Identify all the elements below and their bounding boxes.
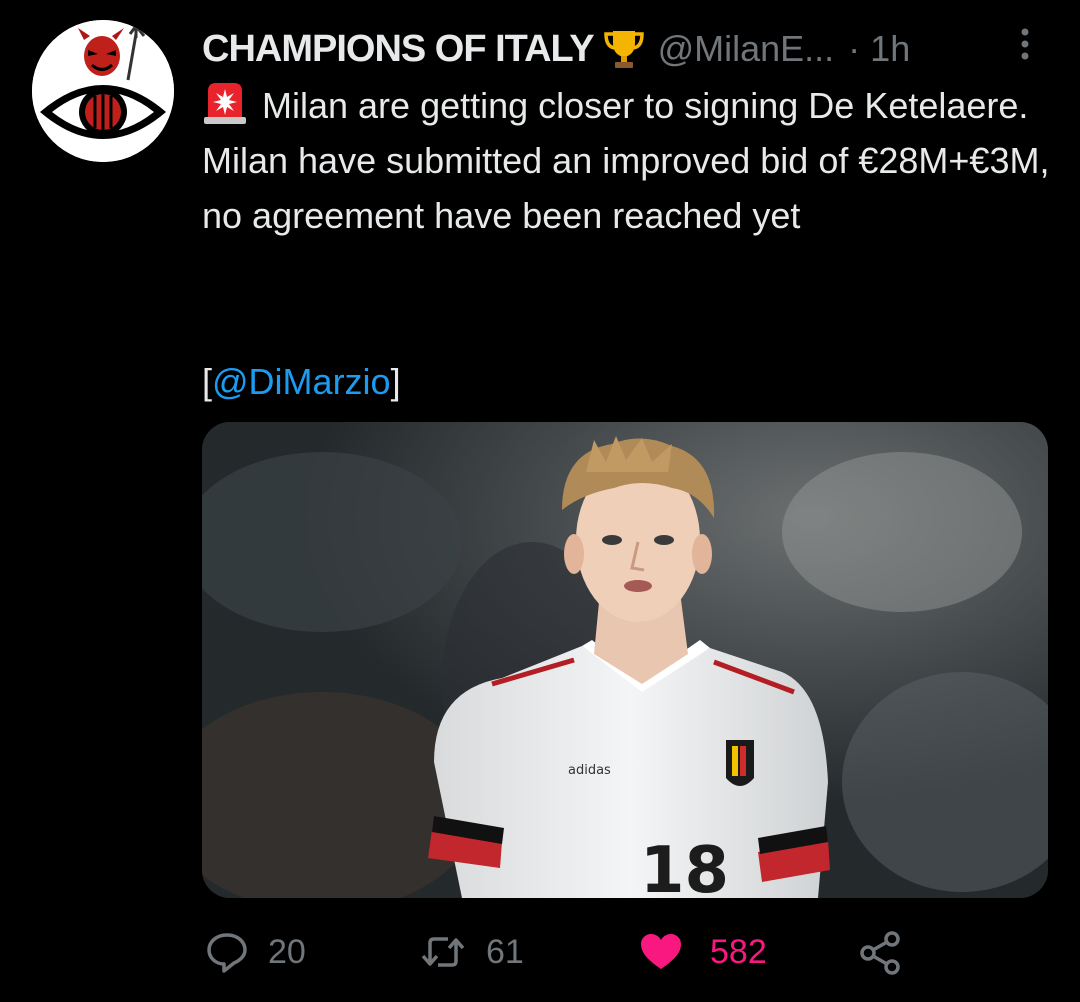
heart-icon	[638, 929, 684, 975]
tweet-text: Milan are getting closer to signing De K…	[202, 78, 1052, 243]
mention-link[interactable]: @DiMarzio	[212, 361, 391, 402]
reply-button[interactable]: 20	[204, 922, 306, 982]
source-credit: [@DiMarzio]	[202, 354, 401, 409]
share-button[interactable]	[858, 922, 904, 982]
more-options-icon[interactable]	[1013, 26, 1037, 66]
retweet-icon	[418, 929, 468, 975]
avatar-devil-eye-logo	[32, 20, 174, 162]
header-separator: ·	[848, 28, 861, 69]
author-handle[interactable]: @MilanE...	[658, 28, 835, 70]
player-photo-illustration: 18 adidas	[202, 422, 1048, 898]
like-count: 582	[710, 932, 767, 971]
mention-bracket-open: [	[202, 361, 213, 402]
tweet-timestamp[interactable]: 1h	[870, 28, 910, 70]
shirt-brand: adidas	[568, 763, 611, 778]
retweet-button[interactable]: 61	[418, 922, 524, 982]
retweet-count: 61	[486, 932, 524, 971]
reply-icon	[204, 929, 250, 975]
trophy-icon	[603, 27, 644, 71]
rotating-light-icon	[202, 81, 248, 125]
like-button[interactable]: 582	[638, 922, 767, 982]
tweet-body: Milan are getting closer to signing De K…	[202, 85, 1050, 236]
tweet-action-bar: 20 61 582	[202, 922, 1022, 982]
share-icon	[858, 929, 904, 975]
mention-bracket-close: ]	[390, 361, 401, 402]
reply-count: 20	[268, 932, 306, 971]
author-display-name[interactable]: CHAMPIONS OF ITALY	[202, 28, 595, 71]
tweet-header: CHAMPIONS OF ITALY @MilanE... · 1h	[202, 26, 1022, 72]
avatar[interactable]	[32, 20, 174, 162]
shirt-number: 18	[640, 834, 729, 898]
tweet-photo[interactable]: 18 adidas	[202, 422, 1048, 898]
